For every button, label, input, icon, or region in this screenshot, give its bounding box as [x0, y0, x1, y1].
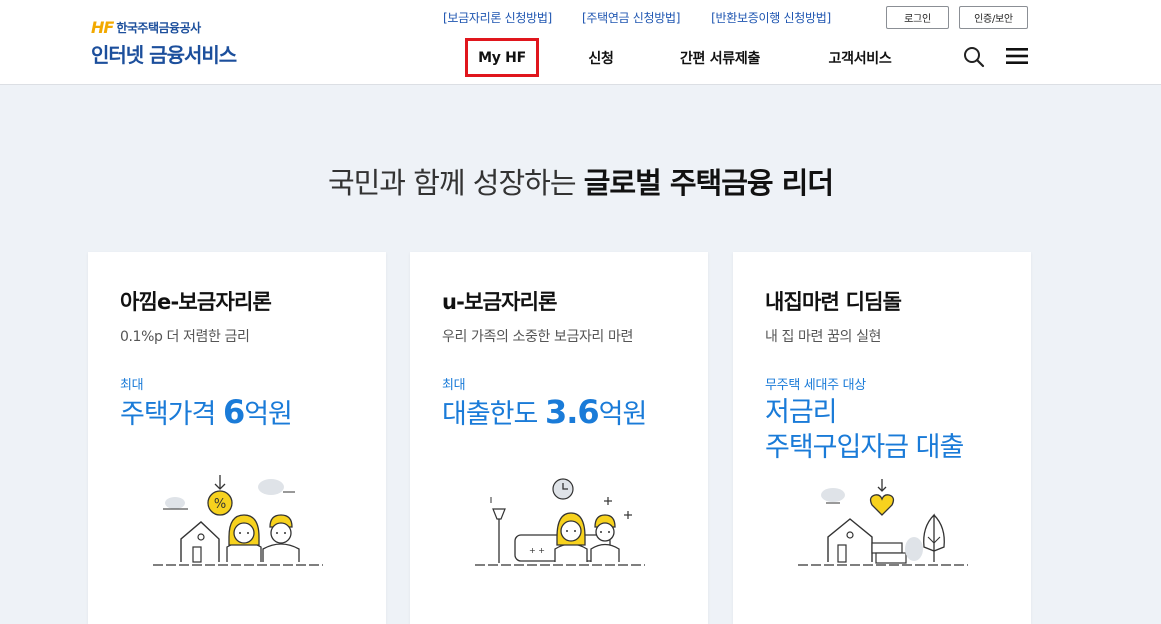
card-value-prefix: 대출한도 [442, 399, 545, 430]
hero-title-bold: 글로벌 주택금융 리더 [583, 166, 834, 200]
product-card-akkim-bogeumjari[interactable]: 아낌e-보금자리론 0.1%p 더 저렴한 금리 최대 주택가격 6억원 % [88, 252, 386, 624]
card-value-number: 6 [222, 393, 245, 431]
svg-text:+ +: + + [529, 546, 545, 555]
card-label: 최대 [442, 378, 466, 393]
hf-logo-mark: HF [91, 17, 114, 37]
site-logo[interactable]: HF 한국주택금융공사 인터넷 금융서비스 [91, 17, 237, 68]
nav-my-hf[interactable]: My HF [465, 38, 539, 77]
card-title: u-보금자리론 [442, 290, 557, 314]
couple-sofa-illustration-icon: + + [475, 478, 645, 566]
card-value-suffix: 억원 [244, 399, 293, 430]
family-house-illustration-icon: % [153, 475, 323, 566]
card-value-suffix: 억원 [598, 399, 648, 430]
product-card-u-bogeumjari[interactable]: u-보금자리론 우리 가족의 소중한 보금자리 마련 최대 대출한도 3.6억원… [410, 252, 708, 624]
hero-title: 국민과 함께 성장하는 글로벌 주택금융 리더 [0, 160, 1161, 202]
card-subtitle: 내 집 마련 꿈의 실현 [765, 329, 882, 345]
nav-simple-docs[interactable]: 간편 서류제출 [670, 38, 770, 77]
svg-text:%: % [214, 497, 226, 512]
card-value-prefix: 주택가격 [120, 399, 223, 430]
house-heart-illustration-icon [798, 479, 968, 566]
cert-security-button[interactable]: 인증/보안 [959, 6, 1028, 29]
product-card-didimdol[interactable]: 내집마련 디딤돌 내 집 마련 꿈의 실현 무주택 세대주 대상 저금리 주택구… [733, 252, 1031, 624]
card-value: 대출한도 3.6억원 [442, 393, 648, 432]
hamburger-menu-icon[interactable] [1006, 47, 1028, 65]
login-button[interactable]: 로그인 [886, 6, 949, 29]
card-value-line1: 저금리 [765, 397, 838, 428]
card-value-number: 3.6 [544, 393, 600, 431]
card-subtitle: 우리 가족의 소중한 보금자리 마련 [442, 329, 633, 345]
card-label: 최대 [120, 378, 144, 393]
card-title: 내집마련 디딤돌 [765, 290, 902, 314]
quick-link-pension-apply[interactable]: [주택연금 신청방법] [582, 9, 681, 26]
card-title: 아낌e-보금자리론 [120, 290, 272, 314]
quick-link-guarantee-apply[interactable]: [반환보증이행 신청방법] [711, 9, 831, 26]
card-label: 무주택 세대주 대상 [765, 378, 866, 393]
nav-apply[interactable]: 신청 [576, 38, 626, 77]
card-subtitle: 0.1%p 더 저렴한 금리 [120, 329, 250, 345]
quick-link-bogeumjari-apply[interactable]: [보금자리론 신청방법] [443, 9, 552, 26]
card-value-line2: 주택구입자금 대출 [765, 432, 964, 463]
nav-customer-service[interactable]: 고객서비스 [820, 38, 900, 77]
quick-links: [보금자리론 신청방법] [주택연금 신청방법] [반환보증이행 신청방법] [443, 8, 831, 26]
site-header: HF 한국주택금융공사 인터넷 금융서비스 [보금자리론 신청방법] [주택연금… [0, 0, 1161, 85]
service-name: 인터넷 금융서비스 [91, 43, 237, 67]
card-value: 저금리 주택구입자금 대출 [765, 395, 964, 465]
search-icon[interactable] [963, 46, 985, 68]
card-value: 주택가격 6억원 [120, 393, 293, 432]
hero-title-light: 국민과 함께 성장하는 [327, 166, 577, 200]
org-name: 한국주택금융공사 [116, 20, 201, 35]
logo-top-row: HF 한국주택금융공사 [91, 17, 236, 37]
